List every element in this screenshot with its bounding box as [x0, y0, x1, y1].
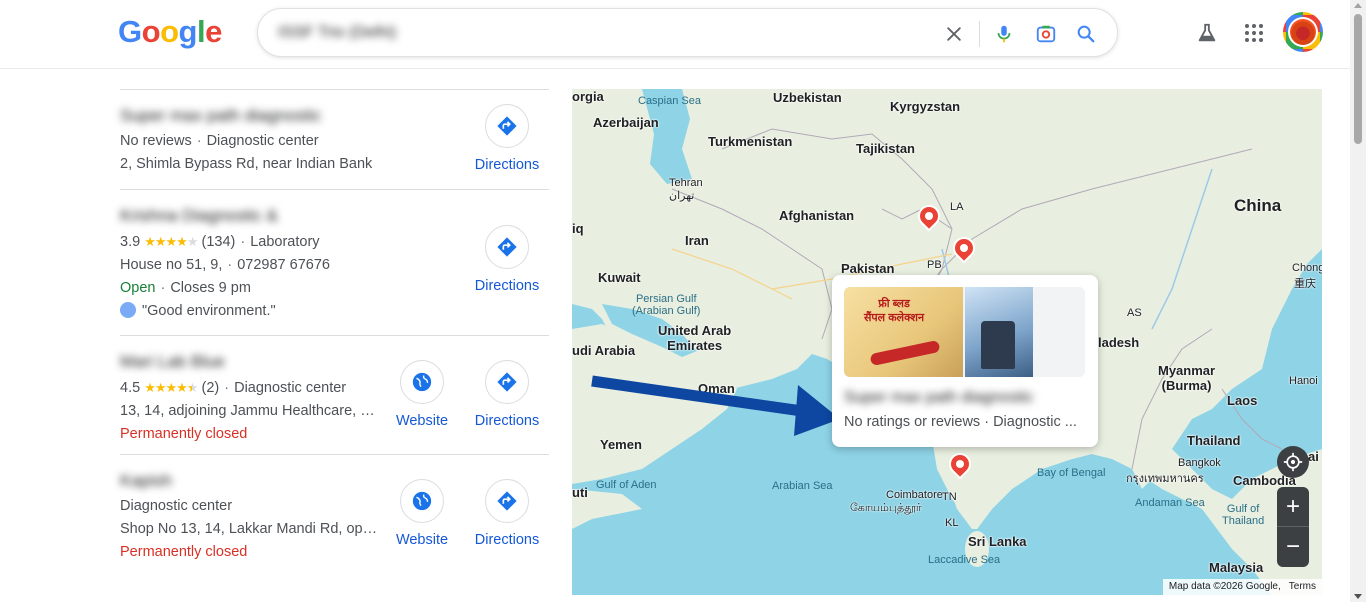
google-logo[interactable]: Google: [118, 14, 222, 50]
result-item[interactable]: Mari Lab Blue 4.5 ★★★★★ (2) · Diagnostic c…: [120, 335, 549, 454]
result-meta: 3.9 ★★★★★ (134) · Laboratory: [120, 234, 320, 250]
scroll-thumb[interactable]: [1354, 14, 1362, 144]
result-item[interactable]: Krishna Diagnostic & 3.9 ★★★★★ (134) · Lab…: [120, 189, 549, 335]
search-box[interactable]: [257, 8, 1118, 57]
directions-button[interactable]: Directions: [469, 360, 545, 429]
result-meta: No reviews · Diagnostic center: [120, 133, 319, 149]
globe-icon: [400, 479, 444, 523]
my-location-button[interactable]: [1277, 446, 1309, 478]
account-avatar[interactable]: [1283, 12, 1323, 52]
status-closed: Permanently closed: [120, 426, 248, 442]
result-address: House no 51, 9, · 072987 67676: [120, 257, 330, 273]
labs-flask-icon[interactable]: [1194, 20, 1220, 46]
directions-icon: [485, 479, 529, 523]
map-attribution: Map data ©2026 Google, Terms: [1162, 579, 1322, 595]
directions-icon: [485, 104, 529, 148]
directions-label: Directions: [474, 532, 540, 548]
scroll-up-arrow[interactable]: [1354, 3, 1362, 8]
directions-label: Directions: [474, 278, 540, 294]
directions-button[interactable]: Directions: [469, 104, 545, 173]
search-divider: [979, 21, 980, 47]
result-review: "Good environment.": [120, 302, 380, 321]
directions-icon: [485, 225, 529, 269]
result-item[interactable]: Kapish Diagnostic center Shop No 13, 14,…: [120, 454, 549, 574]
website-label: Website: [395, 532, 449, 548]
website-label: Website: [395, 413, 449, 429]
result-meta: 4.5 ★★★★★ (2) · Diagnostic center: [120, 380, 347, 396]
website-button[interactable]: Website: [384, 479, 460, 548]
website-button[interactable]: Website: [384, 360, 460, 429]
apps-grid-icon[interactable]: [1241, 20, 1267, 46]
search-icon[interactable]: [1073, 21, 1099, 47]
place-photos[interactable]: फ्री ब्लड सैंपल कलेक्शन: [844, 287, 1085, 377]
status-closed: Permanently closed: [120, 544, 248, 560]
result-address: 13, 14, adjoining Jammu Healthcare, o...: [120, 403, 380, 419]
place-card-title[interactable]: Super max path diagnostic: [844, 389, 1033, 407]
terms-link[interactable]: Terms: [1289, 581, 1316, 592]
directions-icon: [485, 360, 529, 404]
globe-icon: [400, 360, 444, 404]
place-card-subtitle: No ratings or reviews · Diagnostic ...: [844, 414, 1077, 430]
zoom-in-button[interactable]: +: [1277, 487, 1309, 527]
scroll-down-arrow[interactable]: [1354, 594, 1362, 599]
directions-button[interactable]: Directions: [469, 479, 545, 548]
rating-stars: ★★★★★: [144, 380, 198, 395]
result-item[interactable]: Super max path diagnostic No reviews · Dia…: [120, 89, 549, 189]
lens-icon[interactable]: [1033, 21, 1059, 47]
rating-stars: ★★★★★: [144, 234, 198, 249]
directions-label: Directions: [474, 157, 540, 173]
directions-label: Directions: [474, 413, 540, 429]
page-scrollbar[interactable]: [1350, 0, 1366, 602]
clear-icon[interactable]: [941, 21, 967, 47]
search-input[interactable]: [278, 22, 878, 44]
result-address: Shop No 13, 14, Lakkar Mandi Rd, opp...: [120, 521, 380, 537]
result-hours: Open · Closes 9 pm: [120, 280, 251, 296]
crosshair-icon: [1283, 452, 1303, 472]
result-meta: Diagnostic center: [120, 498, 233, 514]
result-address: 2, Shimla Bypass Rd, near Indian Bank: [120, 156, 373, 172]
microphone-icon[interactable]: [991, 21, 1017, 47]
reviewer-avatar: [120, 302, 136, 318]
results-list: Super max path diagnostic No reviews · Dia…: [120, 89, 549, 574]
map-place-card[interactable]: फ्री ब्लड सैंपल कलेक्शन Super max path d…: [832, 275, 1098, 447]
header: Google: [0, 0, 1350, 69]
place-photo-lab[interactable]: [965, 287, 1033, 377]
directions-button[interactable]: Directions: [469, 225, 545, 294]
zoom-out-button[interactable]: −: [1277, 527, 1309, 567]
place-photo-collection[interactable]: फ्री ब्लड सैंपल कलेक्शन: [844, 287, 963, 377]
